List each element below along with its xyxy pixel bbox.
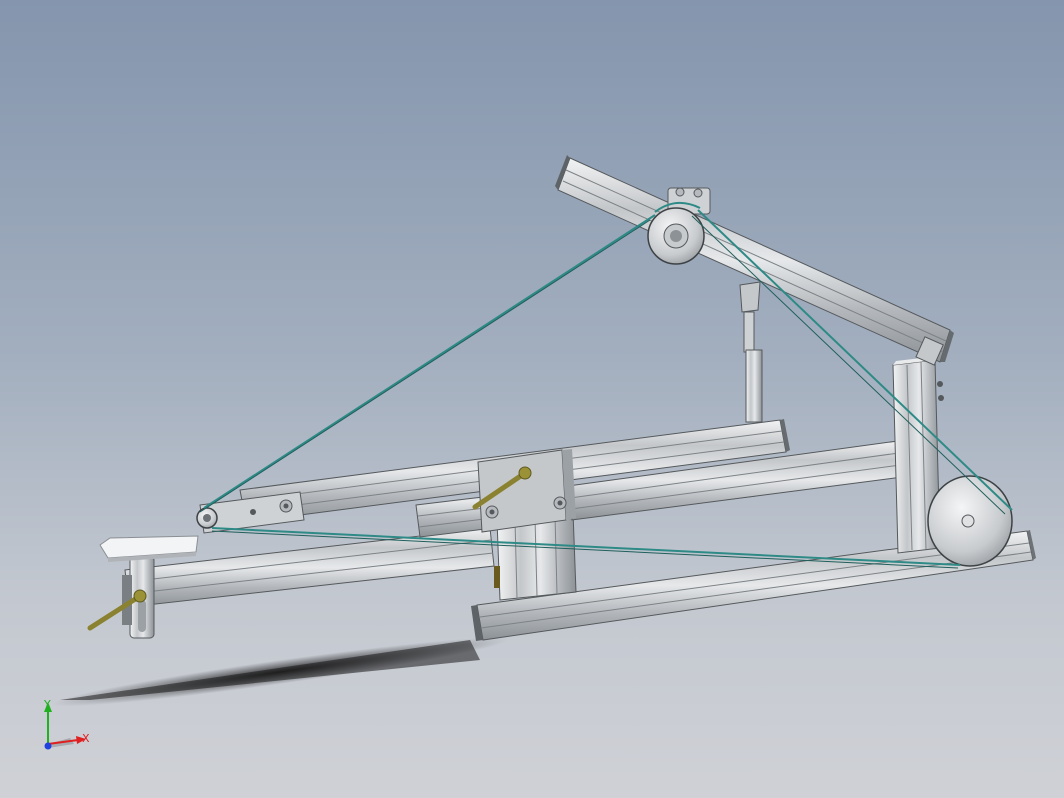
assembly-model[interactable]	[0, 0, 1064, 798]
x-axis-label: X	[82, 732, 90, 745]
seat-pad[interactable]	[99, 535, 199, 562]
z-axis-icon	[44, 742, 52, 750]
front-pulley[interactable]	[196, 507, 218, 529]
rear-flywheel[interactable]	[927, 475, 1013, 567]
center-clamp-bracket[interactable]	[477, 449, 576, 533]
y-axis-label: Y	[43, 698, 51, 711]
orientation-triad[interactable]: Y X	[34, 698, 94, 758]
ground-shadow	[52, 637, 508, 707]
gas-spring-strut[interactable]	[739, 281, 763, 423]
cad-viewport[interactable]: Y X	[0, 0, 1064, 798]
